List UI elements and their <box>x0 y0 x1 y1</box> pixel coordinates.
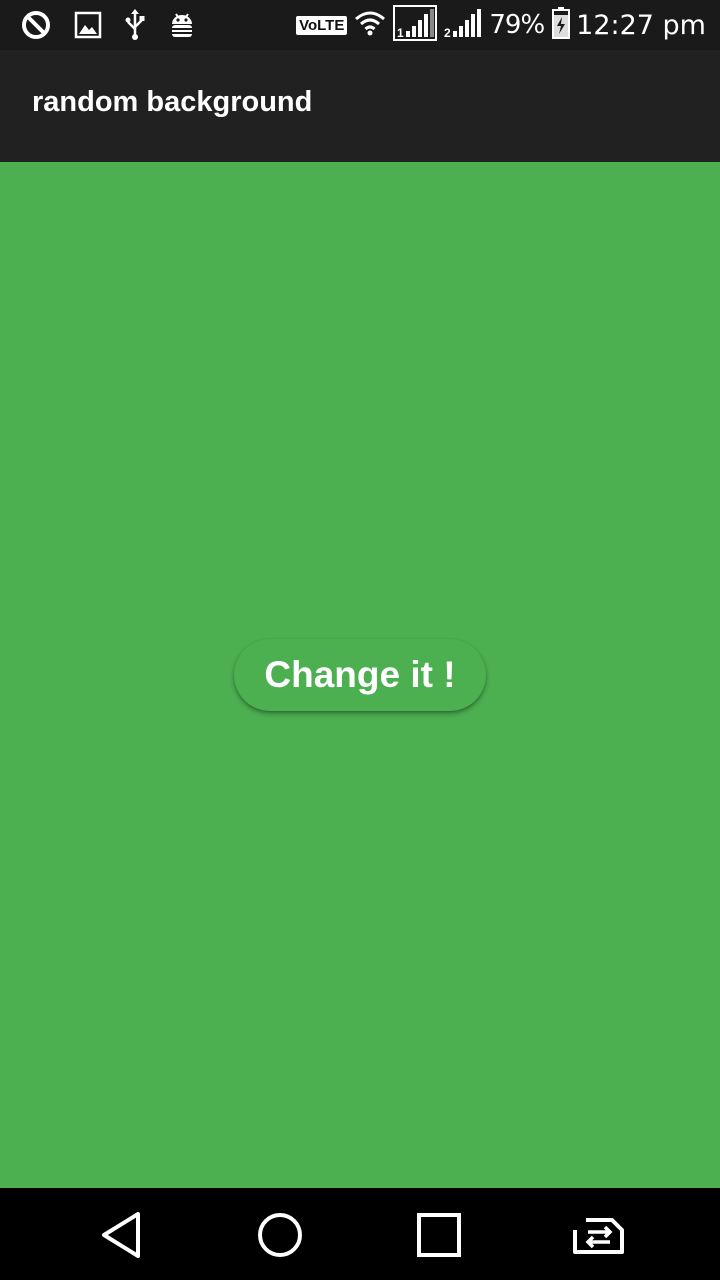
status-notification-icons <box>20 8 218 42</box>
volte-badge: VoLTE <box>296 15 348 35</box>
change-background-button[interactable]: Change it ! <box>234 639 486 711</box>
image-icon <box>74 8 102 42</box>
sim1-signal-icon: 1 <box>393 4 438 46</box>
status-bar: VoLTE 1 2 79% 12:27 pm <box>0 0 720 50</box>
sim2-signal-icon: 2 <box>443 5 483 46</box>
battery-percent: 79% <box>489 10 545 40</box>
clock: 12:27 pm <box>576 9 706 41</box>
battery-charging-icon <box>552 6 571 44</box>
main-content: Change it ! <box>0 162 720 1188</box>
status-system-icons: VoLTE 1 2 79% 12:27 pm <box>296 4 706 46</box>
wifi-icon <box>353 8 387 43</box>
home-icon[interactable] <box>255 1210 305 1260</box>
usb-icon <box>124 8 146 42</box>
recents-icon[interactable] <box>414 1210 464 1260</box>
do-not-disturb-icon <box>20 8 52 42</box>
navigation-bar <box>0 1188 720 1280</box>
app-bar: random background <box>0 50 720 162</box>
svg-text:2: 2 <box>444 26 451 40</box>
back-icon[interactable] <box>96 1210 146 1260</box>
app-title: random background <box>32 86 313 118</box>
svg-text:1: 1 <box>397 26 404 40</box>
android-debug-icon <box>168 8 196 42</box>
switch-sim-icon[interactable] <box>572 1210 626 1260</box>
